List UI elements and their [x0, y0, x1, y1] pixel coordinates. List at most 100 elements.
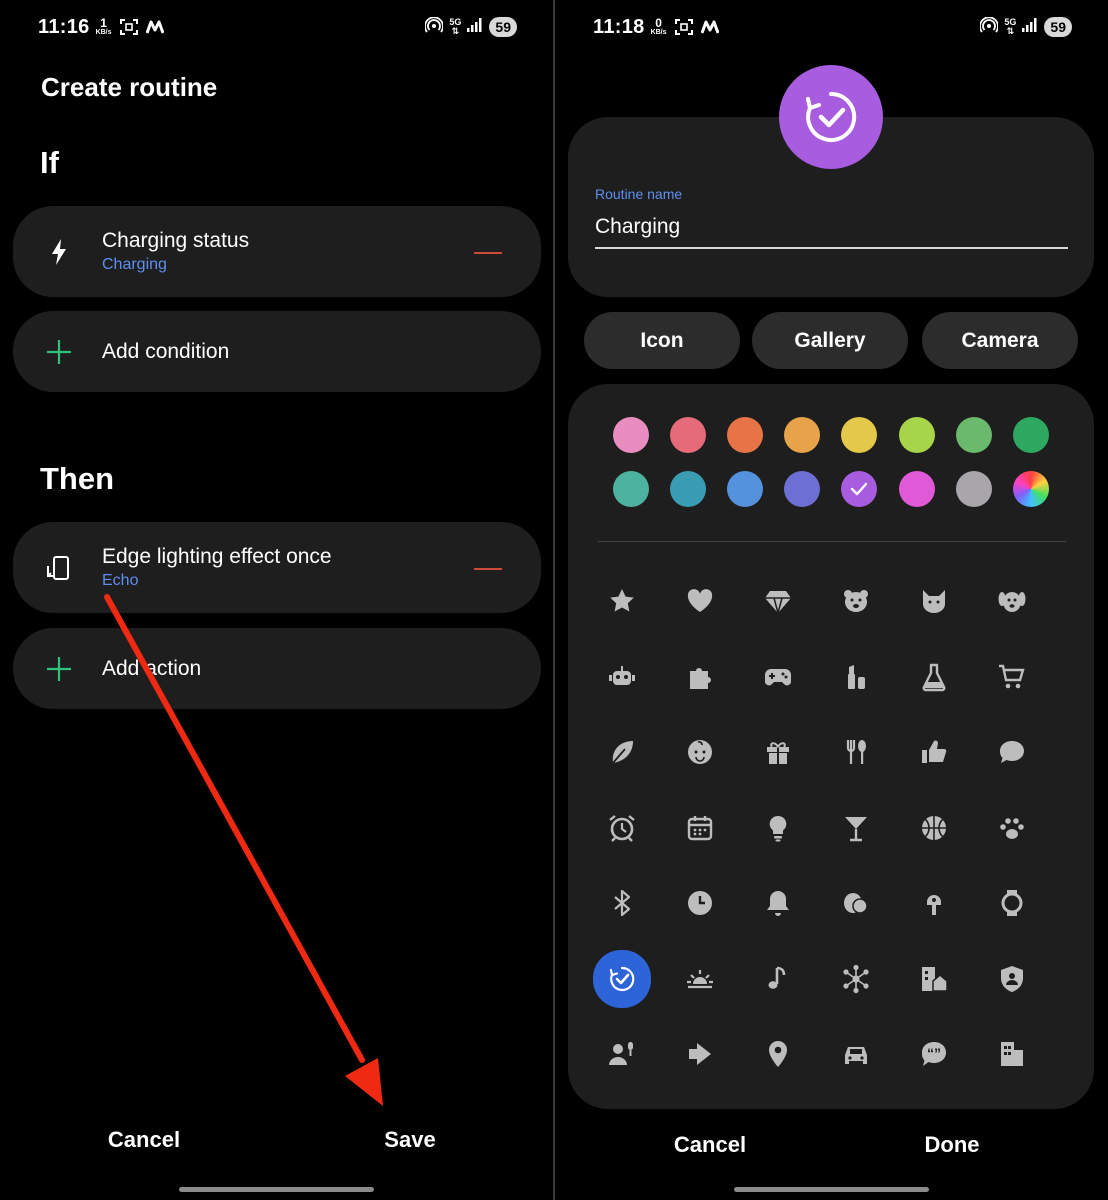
icon-option[interactable] — [672, 649, 728, 705]
icon-option[interactable] — [672, 875, 728, 931]
icon-option[interactable] — [828, 724, 884, 780]
routine-icon-screen: 11:18 0KB/s 5G⇅ 59 Routine name Icon Gal — [555, 0, 1108, 1200]
icon-option[interactable] — [594, 724, 650, 780]
icon-option[interactable] — [906, 724, 962, 780]
color-swatch[interactable] — [784, 417, 821, 453]
icon-option[interactable] — [828, 951, 884, 1007]
icon-option[interactable] — [828, 573, 884, 629]
icon-option[interactable] — [750, 649, 806, 705]
color-swatch[interactable] — [613, 417, 649, 453]
icon-option[interactable] — [828, 800, 884, 856]
sunrise-icon — [687, 969, 713, 988]
save-button[interactable]: Save — [360, 1127, 460, 1153]
icon-option[interactable] — [594, 800, 650, 856]
music-note-icon — [768, 966, 786, 989]
screenshot-icon — [674, 19, 693, 35]
routine-avatar[interactable] — [779, 65, 883, 169]
cocktail-icon — [845, 816, 867, 841]
icon-option[interactable] — [750, 724, 806, 780]
icon-option[interactable] — [906, 800, 962, 856]
cancel-button[interactable]: Cancel — [94, 1127, 194, 1153]
location-pin-icon — [769, 1041, 787, 1067]
color-swatch[interactable] — [955, 471, 992, 507]
diamond-icon — [765, 591, 791, 616]
routine-name-label: Routine name — [595, 186, 683, 202]
clock-icon — [688, 891, 712, 915]
color-swatch[interactable] — [784, 471, 821, 507]
picker-divider — [598, 541, 1066, 542]
icon-option[interactable] — [984, 800, 1040, 856]
icon-option[interactable] — [906, 875, 962, 931]
color-swatch[interactable] — [841, 417, 878, 453]
color-swatch[interactable] — [727, 471, 764, 507]
network-type: 5G ⇅ — [1004, 17, 1017, 36]
color-swatch[interactable] — [727, 417, 764, 453]
color-swatch[interactable] — [1012, 471, 1049, 507]
create-routine-screen: 11:16 1 KB/s 5G ⇅ 59 Create routine If Cha… — [0, 0, 553, 1200]
cart-icon — [999, 664, 1025, 688]
color-swatch[interactable] — [613, 471, 649, 507]
gift-icon — [767, 742, 789, 764]
cat-icon — [923, 590, 945, 613]
icon-option[interactable] — [984, 649, 1040, 705]
icon-option[interactable] — [672, 724, 728, 780]
icon-option[interactable] — [828, 875, 884, 931]
icon-option[interactable] — [750, 800, 806, 856]
leaf-icon — [612, 741, 633, 764]
icon-option[interactable] — [594, 875, 650, 931]
cancel-button[interactable]: Cancel — [660, 1132, 760, 1158]
color-swatch[interactable] — [670, 417, 707, 453]
icon-option[interactable] — [594, 573, 650, 629]
car-icon — [845, 1047, 867, 1064]
tab-camera[interactable]: Camera — [922, 312, 1078, 369]
icon-option[interactable] — [750, 1026, 806, 1082]
icon-option[interactable] — [906, 951, 962, 1007]
bulb-icon — [769, 815, 787, 841]
bell-icon — [767, 891, 789, 916]
icon-option[interactable] — [672, 800, 728, 856]
color-swatch[interactable] — [670, 471, 707, 507]
annotation-arrow — [104, 594, 383, 1106]
color-swatch[interactable] — [955, 417, 992, 453]
color-swatch[interactable] — [1012, 417, 1049, 453]
status-bar: 11:18 0 KB/s 5G ⇅ 59 — [593, 14, 1072, 40]
app-m-icon — [700, 20, 719, 34]
icon-option[interactable] — [984, 724, 1040, 780]
tab-gallery[interactable]: Gallery — [752, 312, 908, 369]
icon-option[interactable] — [984, 1026, 1040, 1082]
icon-option[interactable] — [672, 573, 728, 629]
check-icon — [851, 482, 868, 496]
icon-option[interactable] — [984, 875, 1040, 931]
building-home-icon — [922, 966, 948, 992]
icon-option[interactable] — [672, 951, 728, 1007]
home-indicator — [179, 1187, 374, 1192]
icon-option[interactable] — [984, 951, 1040, 1007]
calendar-icon — [687, 815, 713, 840]
icon-option[interactable] — [750, 573, 806, 629]
icon-option[interactable] — [906, 573, 962, 629]
color-swatch[interactable] — [841, 471, 878, 507]
icon-option[interactable] — [593, 949, 651, 1008]
color-swatch[interactable] — [898, 417, 935, 453]
icon-option[interactable] — [984, 573, 1040, 629]
icon-option[interactable]: “” — [906, 1026, 962, 1082]
routine-name-input[interactable] — [595, 207, 1068, 249]
icon-option[interactable] — [828, 1026, 884, 1082]
icon-option[interactable] — [594, 649, 650, 705]
icon-option[interactable] — [750, 875, 806, 931]
icon-option[interactable] — [750, 951, 806, 1007]
basketball-icon — [922, 815, 946, 840]
done-button[interactable]: Done — [902, 1132, 1002, 1158]
routine-check-icon — [806, 91, 857, 142]
buildings-icon — [1001, 1042, 1023, 1066]
tab-icon[interactable]: Icon — [584, 312, 740, 369]
icon-option[interactable] — [672, 1026, 728, 1082]
baby-icon — [688, 740, 712, 764]
puzzle-icon — [690, 667, 711, 689]
icon-option[interactable] — [906, 649, 962, 705]
hotspot-icon — [979, 16, 1000, 38]
icon-option[interactable] — [828, 649, 884, 705]
shield-person-icon — [1001, 965, 1023, 992]
icon-option[interactable] — [594, 1026, 650, 1082]
color-swatch[interactable] — [898, 471, 935, 507]
